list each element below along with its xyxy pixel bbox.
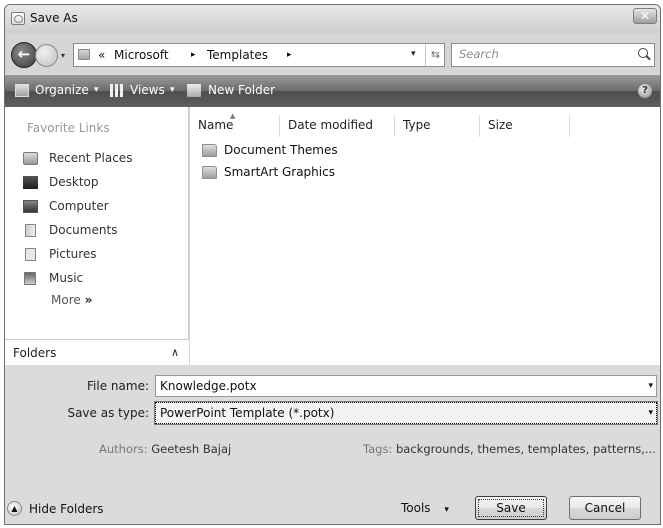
tools-button[interactable]: Tools ▾ (401, 501, 449, 515)
sidebar-item-computer[interactable]: Computer (23, 197, 183, 217)
organize-button[interactable]: Organize (35, 83, 89, 97)
recent-places-icon (23, 152, 38, 165)
refresh-icon[interactable]: ⇆ (425, 44, 445, 66)
hide-folders-label: Hide Folders (29, 502, 104, 516)
save-button[interactable]: Save (475, 496, 547, 520)
forward-button[interactable] (35, 44, 58, 67)
back-button[interactable]: ← (11, 42, 37, 68)
sidebar-item-label: Computer (49, 199, 109, 213)
favorite-links-heading: Favorite Links (27, 121, 110, 135)
dialog-title: Save As (30, 11, 78, 25)
column-header-label: Size (488, 118, 513, 132)
sort-ascending-icon: ▲ (230, 112, 236, 120)
folder-icon (202, 144, 217, 157)
tools-dropdown-icon: ▾ (444, 505, 449, 515)
file-row-document-themes[interactable]: Document Themes (202, 141, 602, 161)
organize-icon (15, 84, 29, 97)
folder-icon (202, 166, 217, 179)
search-box[interactable] (451, 43, 655, 67)
more-chevron-icon: » (84, 293, 93, 307)
chevron-up-icon[interactable]: ∧ (171, 346, 179, 359)
breadcrumb-overflow[interactable]: « (98, 48, 105, 62)
cancel-button[interactable]: Cancel (569, 496, 641, 520)
tools-label: Tools (401, 501, 431, 515)
sidebar-item-label: Pictures (49, 247, 97, 261)
documents-icon (25, 224, 36, 237)
file-name-label: File name: (87, 379, 149, 393)
authors-value: Geetesh Bajaj (151, 442, 232, 456)
breadcrumb-separator-icon[interactable]: ▸ (191, 50, 196, 60)
sidebar-item-recent-places[interactable]: Recent Places (23, 149, 183, 169)
file-name-field[interactable]: Knowledge.potx ▾ (155, 375, 657, 397)
save-as-type-value: PowerPoint Template (*.potx) (160, 406, 335, 420)
hide-folders-button[interactable]: ▲ Hide Folders (7, 501, 104, 516)
column-header-size[interactable]: Size (480, 115, 570, 137)
sidebar-item-music[interactable]: Music (23, 269, 183, 289)
file-name: SmartArt Graphics (224, 165, 335, 179)
save-as-type-dropdown-icon[interactable]: ▾ (648, 408, 653, 418)
more-links-button[interactable]: More » (51, 293, 92, 307)
breadcrumb-templates[interactable]: Templates (207, 48, 268, 62)
new-folder-icon (187, 84, 201, 97)
views-button[interactable]: Views (130, 83, 165, 97)
organize-dropdown-icon[interactable]: ▾ (94, 85, 99, 95)
folders-label: Folders (13, 346, 57, 360)
search-icon[interactable] (638, 48, 648, 58)
sidebar-item-label: Recent Places (49, 151, 133, 165)
sidebar-item-label: Desktop (49, 175, 99, 189)
views-dropdown-icon[interactable]: ▾ (170, 85, 175, 95)
save-as-dialog: Save As ✕ ← ▾ « Microsoft ▸ Templates ▸ … (4, 4, 661, 525)
column-header-date-modified[interactable]: Date modified (280, 115, 395, 137)
views-icon (110, 84, 124, 97)
help-icon[interactable]: ? (638, 84, 652, 98)
save-as-type-select[interactable]: PowerPoint Template (*.potx) ▾ (154, 401, 658, 425)
tags-field[interactable]: Tags: backgrounds, themes, templates, pa… (363, 442, 656, 456)
file-name-dropdown-icon[interactable]: ▾ (648, 381, 653, 391)
desktop-icon (23, 176, 38, 189)
sidebar-item-documents[interactable]: Documents (23, 221, 183, 241)
navigation-bar: ← ▾ « Microsoft ▸ Templates ▸ ▾ ⇆ (5, 33, 660, 75)
file-name-value: Knowledge.potx (160, 379, 257, 393)
save-as-type-label: Save as type: (67, 406, 149, 420)
computer-icon (23, 200, 38, 213)
folder-icon (78, 49, 90, 60)
new-folder-button[interactable]: New Folder (208, 83, 275, 97)
more-label: More (51, 293, 81, 307)
column-header-name[interactable]: Name ▲ (190, 112, 280, 137)
sidebar-item-label: Documents (49, 223, 118, 237)
authors-label: Authors: (99, 442, 148, 456)
music-icon (24, 272, 36, 285)
sidebar-item-pictures[interactable]: Pictures (23, 245, 183, 265)
address-dropdown-icon[interactable]: ▾ (411, 49, 416, 59)
column-header-label: Name (198, 118, 234, 132)
title-bar: Save As ✕ (5, 5, 660, 33)
file-name: Document Themes (224, 143, 338, 157)
breadcrumb-separator-icon[interactable]: ▸ (287, 50, 292, 60)
recent-pages-dropdown-icon[interactable]: ▾ (61, 51, 65, 60)
tags-value: backgrounds, themes, templates, patterns… (396, 442, 656, 456)
column-header-label: Date modified (288, 118, 374, 132)
save-form: File name: Knowledge.potx ▾ Save as type… (5, 365, 660, 524)
file-row-smartart-graphics[interactable]: SmartArt Graphics (202, 163, 602, 183)
dialog-icon (11, 12, 25, 25)
sidebar-item-desktop[interactable]: Desktop (23, 173, 183, 193)
breadcrumb-microsoft[interactable]: Microsoft (114, 48, 169, 62)
search-input[interactable] (459, 47, 629, 61)
file-list: Name ▲ Date modified Type Size Document … (190, 107, 660, 365)
chevron-up-icon: ▲ (7, 501, 22, 516)
close-button[interactable]: ✕ (633, 8, 657, 24)
tags-label: Tags: (363, 442, 393, 456)
navigation-pane: Favorite Links Recent Places Desktop Com… (5, 107, 189, 365)
address-bar[interactable]: « Microsoft ▸ Templates ▸ ▾ ⇆ (73, 43, 445, 67)
folders-toggle[interactable]: Folders ∧ (5, 339, 189, 365)
authors-field[interactable]: Authors: Geetesh Bajaj (99, 442, 231, 456)
column-header-label: Type (403, 118, 431, 132)
sidebar-item-label: Music (49, 271, 84, 285)
command-bar: Organize ▾ Views ▾ New Folder ? (5, 75, 660, 107)
pictures-icon (25, 248, 36, 261)
column-header-type[interactable]: Type (395, 115, 480, 137)
